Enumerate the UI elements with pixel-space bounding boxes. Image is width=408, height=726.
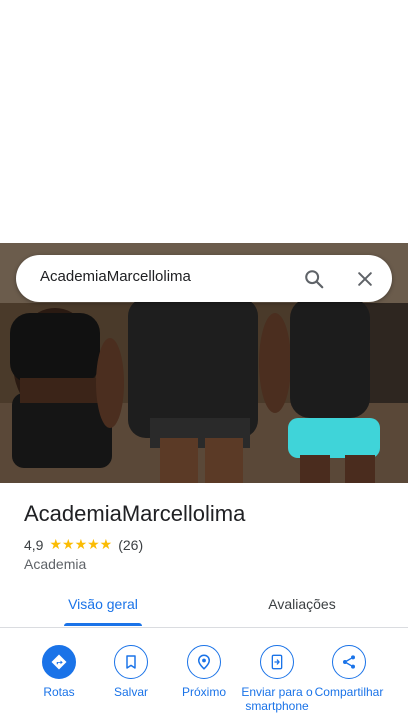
tab-bar: Visão geral Avaliações bbox=[0, 583, 408, 628]
save-label: Salvar bbox=[113, 685, 148, 699]
place-sheet: AcademiaMarcellolima 4,9 ★★★★★ (26) Acad… bbox=[0, 483, 408, 726]
directions-button[interactable]: Rotas bbox=[21, 645, 97, 699]
search-input[interactable]: AcademiaMarcellolima bbox=[40, 268, 191, 285]
rating-value: 4,9 bbox=[24, 536, 44, 553]
directions-icon bbox=[42, 645, 76, 679]
save-button[interactable]: Salvar bbox=[93, 645, 169, 699]
share-label: Compartilhar bbox=[314, 685, 384, 699]
share-button[interactable]: Compartilhar bbox=[311, 645, 387, 699]
send-to-phone-button[interactable]: Enviar para o smartphone bbox=[239, 645, 315, 713]
place-name: AcademiaMarcellolima bbox=[24, 501, 246, 526]
tab-indicator bbox=[64, 623, 142, 626]
close-icon[interactable] bbox=[349, 263, 381, 295]
bookmark-icon bbox=[114, 645, 148, 679]
search-icon[interactable] bbox=[298, 263, 330, 295]
nearby-button[interactable]: Próximo bbox=[166, 645, 242, 699]
action-row: Rotas Salvar Próximo Enviar para o smart… bbox=[0, 645, 408, 726]
nearby-label: Próximo bbox=[181, 685, 226, 699]
share-icon bbox=[332, 645, 366, 679]
rating-stars: ★★★★★ bbox=[49, 536, 113, 552]
directions-label: Rotas bbox=[43, 685, 75, 699]
send-to-phone-icon bbox=[260, 645, 294, 679]
rating-row[interactable]: 4,9 ★★★★★ (26) bbox=[24, 536, 143, 553]
nearby-icon bbox=[187, 645, 221, 679]
place-category: Academia bbox=[24, 556, 87, 572]
send-to-phone-label: Enviar para o smartphone bbox=[241, 685, 313, 713]
tab-reviews[interactable]: Avaliações bbox=[244, 583, 360, 627]
review-count: (26) bbox=[118, 536, 144, 553]
search-bar[interactable]: AcademiaMarcellolima bbox=[16, 255, 392, 302]
tab-overview[interactable]: Visão geral bbox=[45, 583, 161, 627]
